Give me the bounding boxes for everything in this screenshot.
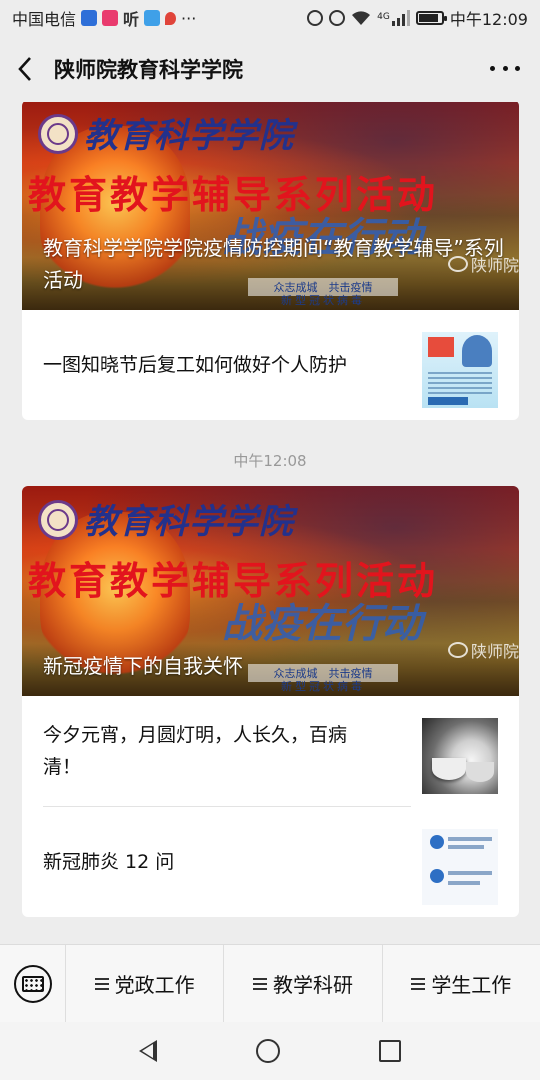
nav-recents-icon[interactable] xyxy=(378,1040,401,1062)
location-pin-icon xyxy=(165,11,177,25)
message-list[interactable]: 教育科学学院 教育教学辅导系列活动 战疫在行动 众志成城 共击疫情 新型冠状病毒… xyxy=(0,102,540,944)
list-item[interactable]: 新冠肺炎 12 问 xyxy=(22,807,519,917)
battery-icon xyxy=(415,11,447,25)
menu-lines-icon xyxy=(411,977,426,990)
college-seal-logo xyxy=(38,114,78,154)
back-arrow-icon[interactable] xyxy=(0,36,50,102)
banner-brand: 教育科学学院 xyxy=(84,116,294,156)
item-thumbnail xyxy=(422,829,498,905)
carrier-label: 中国电信 xyxy=(12,10,77,29)
bottom-menu: 党政工作 教学科研 学生工作 xyxy=(0,944,540,1023)
nav-back-icon[interactable] xyxy=(139,1040,158,1062)
more-notifications-icon: ··· xyxy=(181,8,197,28)
article-cover[interactable]: 教育科学学院 教育教学辅导系列活动 战疫在行动 众志成城 共击疫情 新型冠状病毒… xyxy=(22,486,519,696)
video-app-icon xyxy=(102,10,119,26)
item-title: 一图知晓节后复工如何做好个人防护 xyxy=(43,354,348,376)
item-title: 新冠肺炎 12 问 xyxy=(43,851,175,873)
college-seal-logo xyxy=(38,500,78,540)
list-item[interactable]: 今夕元宵，月圆灯明，人长久，百病清！ xyxy=(22,696,519,806)
menu-item-student-work[interactable]: 学生工作 xyxy=(383,945,540,1023)
item-thumbnail xyxy=(422,332,498,408)
alarm-icon xyxy=(329,10,346,26)
data-saver-icon xyxy=(307,10,324,26)
banner-slogan: 战疫在行动 xyxy=(222,600,422,647)
keyboard-toggle-icon[interactable] xyxy=(0,944,66,1023)
article-card-1: 教育科学学院 教育教学辅导系列活动 战疫在行动 众志成城 共击疫情 新型冠状病毒… xyxy=(22,102,519,420)
menu-item-party-work[interactable]: 党政工作 xyxy=(66,944,225,1023)
article-title[interactable]: 教育科学学院学院疫情防控期间“教育教学辅导”系列活动 xyxy=(43,232,505,296)
shield-app-icon xyxy=(81,10,98,26)
ting-app-icon: 听 xyxy=(123,10,140,29)
list-item[interactable]: 一图知晓节后复工如何做好个人防护 xyxy=(22,310,519,420)
time-divider: 中午12:08 xyxy=(233,452,307,470)
item-title: 今夕元宵，月圆灯明，人长久，百病清！ xyxy=(43,724,348,778)
item-thumbnail xyxy=(422,718,498,794)
article-card-2: 教育科学学院 教育教学辅导系列活动 战疫在行动 众志成城 共击疫情 新型冠状病毒… xyxy=(22,486,519,917)
signal-icon xyxy=(391,10,410,26)
menu-lines-icon xyxy=(94,977,109,990)
title-bar: 陕师院教育科学学院 xyxy=(0,36,540,102)
menu-lines-icon xyxy=(252,977,267,990)
status-time: 中午12:09 xyxy=(449,10,528,29)
k-app-icon xyxy=(144,10,161,26)
more-options-icon[interactable] xyxy=(490,58,520,78)
menu-item-teaching-research[interactable]: 教学科研 xyxy=(224,944,383,1023)
article-cover[interactable]: 教育科学学院 教育教学辅导系列活动 战疫在行动 众志成城 共击疫情 新型冠状病毒… xyxy=(22,102,519,310)
banner-brand: 教育科学学院 xyxy=(84,502,294,542)
status-bar: 中国电信 听 ··· 4G 中午12:09 xyxy=(0,0,540,36)
article-title[interactable]: 新冠疫情下的自我关怀 xyxy=(43,650,505,682)
page-title: 陕师院教育科学学院 xyxy=(54,58,243,82)
nav-home-icon[interactable] xyxy=(255,1039,280,1063)
wifi-icon xyxy=(352,11,371,25)
system-nav-bar xyxy=(0,1022,540,1080)
network-type-label: 4G xyxy=(377,12,390,22)
